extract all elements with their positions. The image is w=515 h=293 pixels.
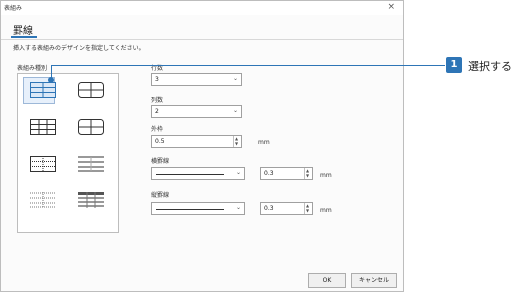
hline-width-spinner[interactable]: 0.3 ▲ ▼ [260, 167, 313, 180]
chevron-down-icon: ⌄ [232, 107, 238, 114]
close-icon[interactable]: × [387, 1, 395, 13]
dialog-title: 表組み [4, 5, 23, 12]
vline-unit: mm [320, 207, 332, 214]
spinner-arrows[interactable]: ▲ ▼ [304, 203, 312, 214]
spinner-arrows[interactable]: ▲ ▼ [233, 136, 241, 147]
design-label: 表組み種別 [17, 65, 48, 72]
table-design-5-icon[interactable] [30, 156, 56, 172]
spinner-arrows[interactable]: ▲ ▼ [304, 168, 312, 179]
hline-style-select[interactable]: ⌄ [151, 167, 245, 180]
tab-borders[interactable]: 罫線 [13, 22, 33, 37]
cols-select[interactable]: 2 ⌄ [151, 105, 242, 118]
spin-down-icon[interactable]: ▼ [306, 208, 309, 213]
callout-number-badge: 1 [446, 57, 462, 73]
table-dialog: 表組み × 罫線 挿入する表組みのデザインを指定してください。 表組み種別 行数… [0, 0, 404, 292]
frame-unit: mm [258, 139, 270, 146]
frame-value: 0.5 [155, 138, 165, 145]
cancel-button[interactable]: キャンセル [351, 273, 397, 288]
vline-width-spinner[interactable]: 0.3 ▲ ▼ [260, 202, 313, 215]
frame-spinner[interactable]: 0.5 ▲ ▼ [151, 135, 242, 148]
design-list [17, 73, 119, 233]
table-design-8-icon[interactable] [78, 192, 104, 208]
title-bar: 表組み × [1, 1, 403, 15]
table-design-4-icon[interactable] [78, 119, 104, 135]
callout-text: 選択する [468, 60, 512, 73]
ok-button[interactable]: OK [308, 273, 346, 288]
line-style-sample [156, 209, 224, 210]
rows-value: 3 [155, 76, 159, 83]
rows-select[interactable]: 3 ⌄ [151, 73, 242, 86]
instruction-text: 挿入する表組みのデザインを指定してください。 [13, 45, 145, 52]
callout-line [51, 65, 445, 66]
table-design-1-icon[interactable] [30, 82, 56, 98]
hline-label: 横罫線 [151, 158, 170, 165]
table-design-3-icon[interactable] [30, 119, 56, 135]
chevron-down-icon: ⌄ [235, 169, 241, 176]
cols-label: 列数 [151, 97, 164, 104]
spin-down-icon[interactable]: ▼ [235, 141, 238, 146]
chevron-down-icon: ⌄ [232, 75, 238, 82]
table-design-2-icon[interactable] [78, 82, 104, 98]
vline-value: 0.3 [264, 205, 274, 212]
vline-style-select[interactable]: ⌄ [151, 202, 245, 215]
line-style-sample [156, 174, 224, 175]
table-design-7-icon[interactable] [30, 192, 56, 208]
hline-unit: mm [320, 172, 332, 179]
chevron-down-icon: ⌄ [235, 204, 241, 211]
tab-active-indicator [11, 36, 37, 38]
hline-value: 0.3 [264, 170, 274, 177]
frame-label: 外枠 [151, 126, 164, 133]
spin-down-icon[interactable]: ▼ [306, 173, 309, 178]
table-design-6-icon[interactable] [78, 156, 104, 172]
divider [1, 39, 403, 40]
cols-value: 2 [155, 108, 159, 115]
vline-label: 縦罫線 [151, 192, 170, 199]
callout-dot [48, 77, 54, 83]
